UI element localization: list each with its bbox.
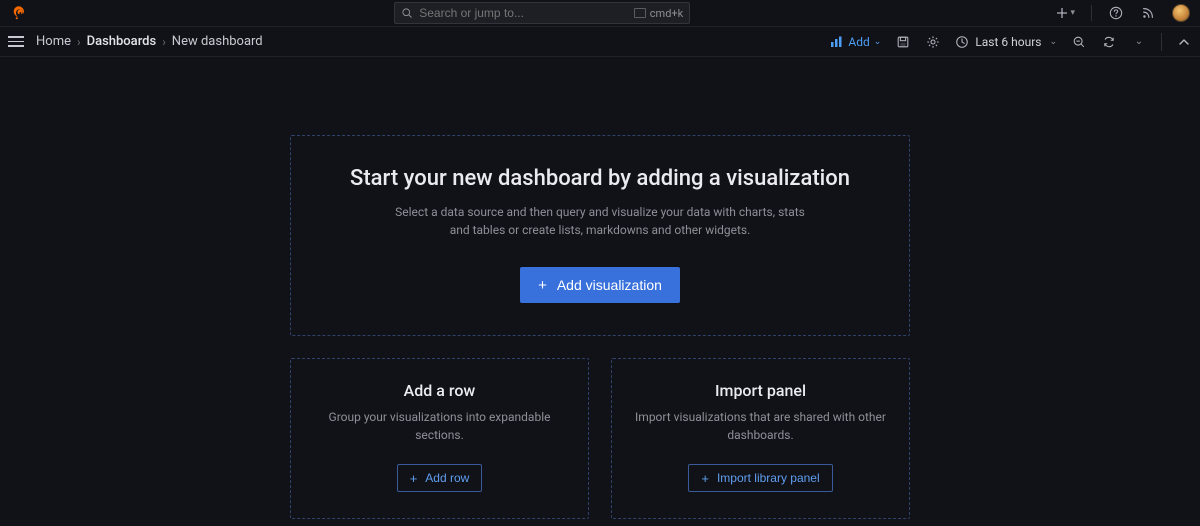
- toolbar-right: Add ⌄ Last 6 hours ⌄ ⌄: [830, 33, 1192, 51]
- zoom-out-icon[interactable]: [1071, 34, 1087, 50]
- add-visualization-button[interactable]: + Add visualization: [520, 267, 680, 303]
- bar-chart-icon: [830, 36, 844, 48]
- plus-icon: +: [538, 278, 547, 293]
- menu-toggle-icon[interactable]: [8, 32, 28, 52]
- chevron-down-icon: ⌄: [1135, 36, 1143, 47]
- clock-icon: [955, 35, 969, 49]
- button-label: Import library panel: [717, 471, 820, 485]
- grafana-logo-icon[interactable]: [10, 4, 28, 22]
- add-panel-menu[interactable]: Add ⌄: [830, 35, 881, 49]
- time-range-picker[interactable]: Last 6 hours ⌄: [955, 35, 1057, 49]
- news-rss-icon[interactable]: [1140, 5, 1156, 21]
- search-shortcut: cmd+k: [634, 7, 683, 20]
- empty-state-card: Start your new dashboard by adding a vis…: [290, 135, 910, 336]
- import-library-panel-button[interactable]: + Import library panel: [688, 464, 832, 492]
- top-bar: cmd+k ▾: [0, 0, 1200, 27]
- create-menu[interactable]: ▾: [1056, 7, 1075, 19]
- refresh-icon[interactable]: [1101, 34, 1117, 50]
- search-input[interactable]: [419, 6, 628, 20]
- chevron-down-icon: ⌄: [1049, 37, 1057, 47]
- chevron-down-icon: ⌄: [874, 37, 882, 47]
- empty-state-subtitle: Select a data source and then query and …: [385, 203, 815, 239]
- plus-icon: +: [701, 472, 709, 485]
- chevron-down-icon: ▾: [1070, 8, 1075, 18]
- topbar-right: ▾: [1056, 4, 1192, 22]
- import-panel-card: Import panel Import visualizations that …: [611, 358, 910, 519]
- divider: [1161, 33, 1162, 51]
- plus-icon: [1056, 7, 1068, 19]
- breadcrumb: Home › Dashboards › New dashboard: [36, 34, 263, 49]
- time-range-label: Last 6 hours: [975, 35, 1041, 49]
- divider: [1091, 5, 1092, 21]
- card-subtitle: Import visualizations that are shared wi…: [630, 408, 891, 444]
- refresh-interval-caret[interactable]: ⌄: [1131, 34, 1147, 50]
- user-avatar[interactable]: [1172, 4, 1190, 22]
- plus-icon: +: [410, 472, 418, 485]
- card-title: Add a row: [309, 381, 570, 400]
- shortcut-text: cmd+k: [650, 7, 683, 20]
- add-row-card: Add a row Group your visualizations into…: [290, 358, 589, 519]
- crumb-home[interactable]: Home: [36, 34, 71, 49]
- breadcrumb-separator: ›: [162, 35, 166, 49]
- collapse-toolbar-icon[interactable]: [1176, 34, 1192, 50]
- dashboard-canvas: Start your new dashboard by adding a vis…: [0, 57, 1200, 519]
- save-dashboard-icon[interactable]: [895, 34, 911, 50]
- dashboard-toolbar: Home › Dashboards › New dashboard Add ⌄ …: [0, 27, 1200, 57]
- add-row-button[interactable]: + Add row: [397, 464, 483, 492]
- global-search[interactable]: cmd+k: [394, 2, 690, 24]
- button-label: Add row: [425, 471, 469, 485]
- settings-gear-icon[interactable]: [925, 34, 941, 50]
- keyboard-icon: [634, 8, 646, 18]
- help-icon[interactable]: [1108, 5, 1124, 21]
- crumb-dashboards[interactable]: Dashboards: [87, 34, 157, 49]
- card-subtitle: Group your visualizations into expandabl…: [309, 408, 570, 444]
- button-label: Add visualization: [557, 277, 662, 293]
- card-title: Import panel: [630, 381, 891, 400]
- crumb-current: New dashboard: [172, 34, 263, 49]
- breadcrumb-separator: ›: [77, 35, 81, 49]
- add-label: Add: [848, 35, 869, 49]
- secondary-cards-row: Add a row Group your visualizations into…: [290, 358, 910, 519]
- empty-state-title: Start your new dashboard by adding a vis…: [331, 166, 869, 191]
- search-icon: [401, 7, 413, 19]
